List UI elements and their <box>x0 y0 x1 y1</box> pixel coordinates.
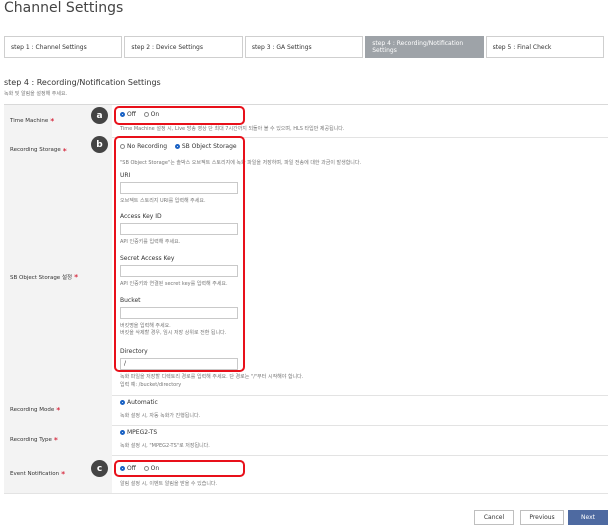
step-3-tab[interactable]: step 3 : GA Settings <box>244 36 364 58</box>
previous-button[interactable]: Previous <box>520 510 564 525</box>
sb-object-storage-row: SB Object Storage 설정 * "SB Object Storage… <box>4 137 608 396</box>
highlight-box-a <box>114 106 245 125</box>
cancel-button[interactable]: Cancel <box>474 510 514 525</box>
recording-mode-hint: 녹화 설정 시, 자동 녹화가 진행됩니다. <box>120 413 201 419</box>
recording-mode-label: Recording Mode <box>10 407 55 413</box>
step-1-tab[interactable]: step 1 : Channel Settings <box>4 36 123 58</box>
time-machine-hint: Time Machine 설정 시, Live 방송 영상 단 최대 7시간까지… <box>120 126 345 132</box>
step-tabs: step 1 : Channel Settings step 2 : Devic… <box>4 36 605 58</box>
recording-type-label: Recording Type <box>10 437 52 443</box>
required-mark: * <box>50 116 55 126</box>
recording-type-hint: 녹화 설정 시, "MPEG2-TS"로 저장됩니다. <box>120 443 210 449</box>
automatic-radio[interactable]: Automatic <box>120 399 158 406</box>
highlight-box-c <box>114 460 245 477</box>
required-mark: * <box>74 272 79 282</box>
radio-checked-icon <box>120 400 125 405</box>
badge-b: b <box>91 136 108 153</box>
next-button[interactable]: Next <box>568 510 608 525</box>
step-5-tab[interactable]: step 5 : Final Check <box>485 36 605 58</box>
event-notification-label: Event Notification <box>10 471 60 477</box>
page-title: Channel Settings <box>4 0 124 16</box>
recording-mode-row: Recording Mode * Automatic 녹화 설정 시, 자동 녹화… <box>4 395 608 426</box>
step-2-tab[interactable]: step 2 : Device Settings <box>124 36 243 58</box>
badge-c: c <box>91 460 108 477</box>
badge-a: a <box>91 107 108 124</box>
event-notification-hint: 알림 설정 시, 이벤트 알림을 받을 수 있습니다. <box>120 481 218 487</box>
directory-hint: 녹화 파일을 저장할 디렉토리 경로를 입력해 주세요. 단 경로는 "/"부터… <box>120 374 304 380</box>
settings-form: Time Machine * Off On Time Machine 설정 시, … <box>4 104 608 499</box>
highlight-box-b <box>114 136 245 372</box>
time-machine-label: Time Machine <box>10 118 49 124</box>
sb-object-storage-label: SB Object Storage 설정 <box>10 275 73 281</box>
section-title: step 4 : Recording/Notification Settings <box>4 78 161 87</box>
required-mark: * <box>61 469 66 479</box>
required-mark: * <box>56 405 61 415</box>
mpeg2-ts-radio[interactable]: MPEG2-TS <box>120 429 157 436</box>
directory-hint-2: 입력 예: /bucket/directory <box>120 382 182 388</box>
recording-type-row: Recording Type * MPEG2-TS 녹화 설정 시, "MPEG2… <box>4 425 608 456</box>
required-mark: * <box>53 435 58 445</box>
section-subtitle: 녹화 및 알림을 설정해 주세요. <box>4 91 68 97</box>
step-4-tab[interactable]: step 4 : Recording/Notification Settings <box>365 36 484 58</box>
radio-checked-icon <box>120 430 125 435</box>
